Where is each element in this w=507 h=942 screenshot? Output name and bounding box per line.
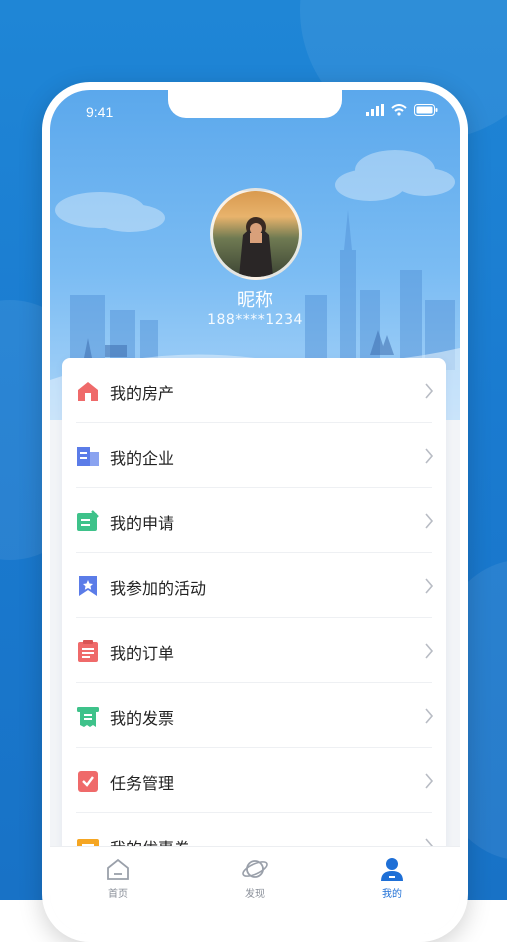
tab-home[interactable]: 首页 [78, 855, 158, 900]
activity-flag-icon [79, 576, 97, 596]
user-nickname: 昵称 [237, 290, 273, 311]
menu-item-label: 我的订单 [110, 644, 175, 663]
home-icon [107, 858, 129, 880]
order-clipboard-icon [78, 640, 98, 662]
chevron-right-icon [425, 383, 434, 399]
user-phone-number: 188****1234 [207, 312, 303, 328]
menu-item-my-invoices[interactable]: 我的发票 [62, 683, 446, 748]
app-screen: 9:41 昵称 188****1234 我的房产 我的企业 我的申请 我参加的活… [50, 90, 460, 934]
house-icon [78, 382, 98, 401]
tab-mine[interactable]: 我的 [352, 855, 432, 900]
menu-item-label: 我的发票 [110, 709, 175, 728]
device-notch [168, 90, 342, 118]
chevron-right-icon [425, 448, 434, 464]
menu-item-my-company[interactable]: 我的企业 [62, 423, 446, 488]
bottom-tab-bar: 首页 发现 我的 [50, 846, 460, 934]
avatar-photo [239, 217, 273, 277]
menu-item-label: 我的企业 [110, 449, 175, 468]
tab-label: 我的 [382, 889, 402, 900]
chevron-right-icon [425, 773, 434, 789]
tab-label: 首页 [108, 889, 128, 900]
phone-frame: 9:41 昵称 188****1234 我的房产 我的企业 我的申请 我参加的活… [42, 82, 468, 942]
application-icon [77, 510, 99, 531]
chevron-right-icon [425, 513, 434, 529]
cellular-signal-icon [366, 104, 384, 116]
battery-icon [414, 104, 438, 116]
tab-label: 发现 [245, 889, 265, 900]
user-icon [381, 858, 403, 881]
menu-item-my-application[interactable]: 我的申请 [62, 488, 446, 553]
planet-icon [242, 860, 268, 878]
avatar[interactable] [210, 188, 302, 280]
menu-item-my-property[interactable]: 我的房产 [62, 358, 446, 423]
menu-item-label: 我参加的活动 [110, 579, 207, 598]
menu-item-label: 我的房产 [110, 384, 175, 403]
task-icon [78, 771, 98, 792]
building-icon [77, 447, 99, 466]
chevron-right-icon [425, 578, 434, 594]
menu-item-label: 我的申请 [110, 514, 175, 533]
invoice-icon [77, 707, 99, 727]
status-bar-time: 9:41 [86, 104, 114, 120]
tab-discover[interactable]: 发现 [215, 855, 295, 900]
menu-item-task-management[interactable]: 任务管理 [62, 748, 446, 813]
chevron-right-icon [425, 708, 434, 724]
menu-item-my-activities[interactable]: 我参加的活动 [62, 553, 446, 618]
chevron-right-icon [425, 643, 434, 659]
menu-item-label: 任务管理 [110, 774, 175, 793]
wifi-icon [391, 104, 407, 116]
status-bar-icons [366, 104, 438, 116]
menu-item-my-orders[interactable]: 我的订单 [62, 618, 446, 683]
